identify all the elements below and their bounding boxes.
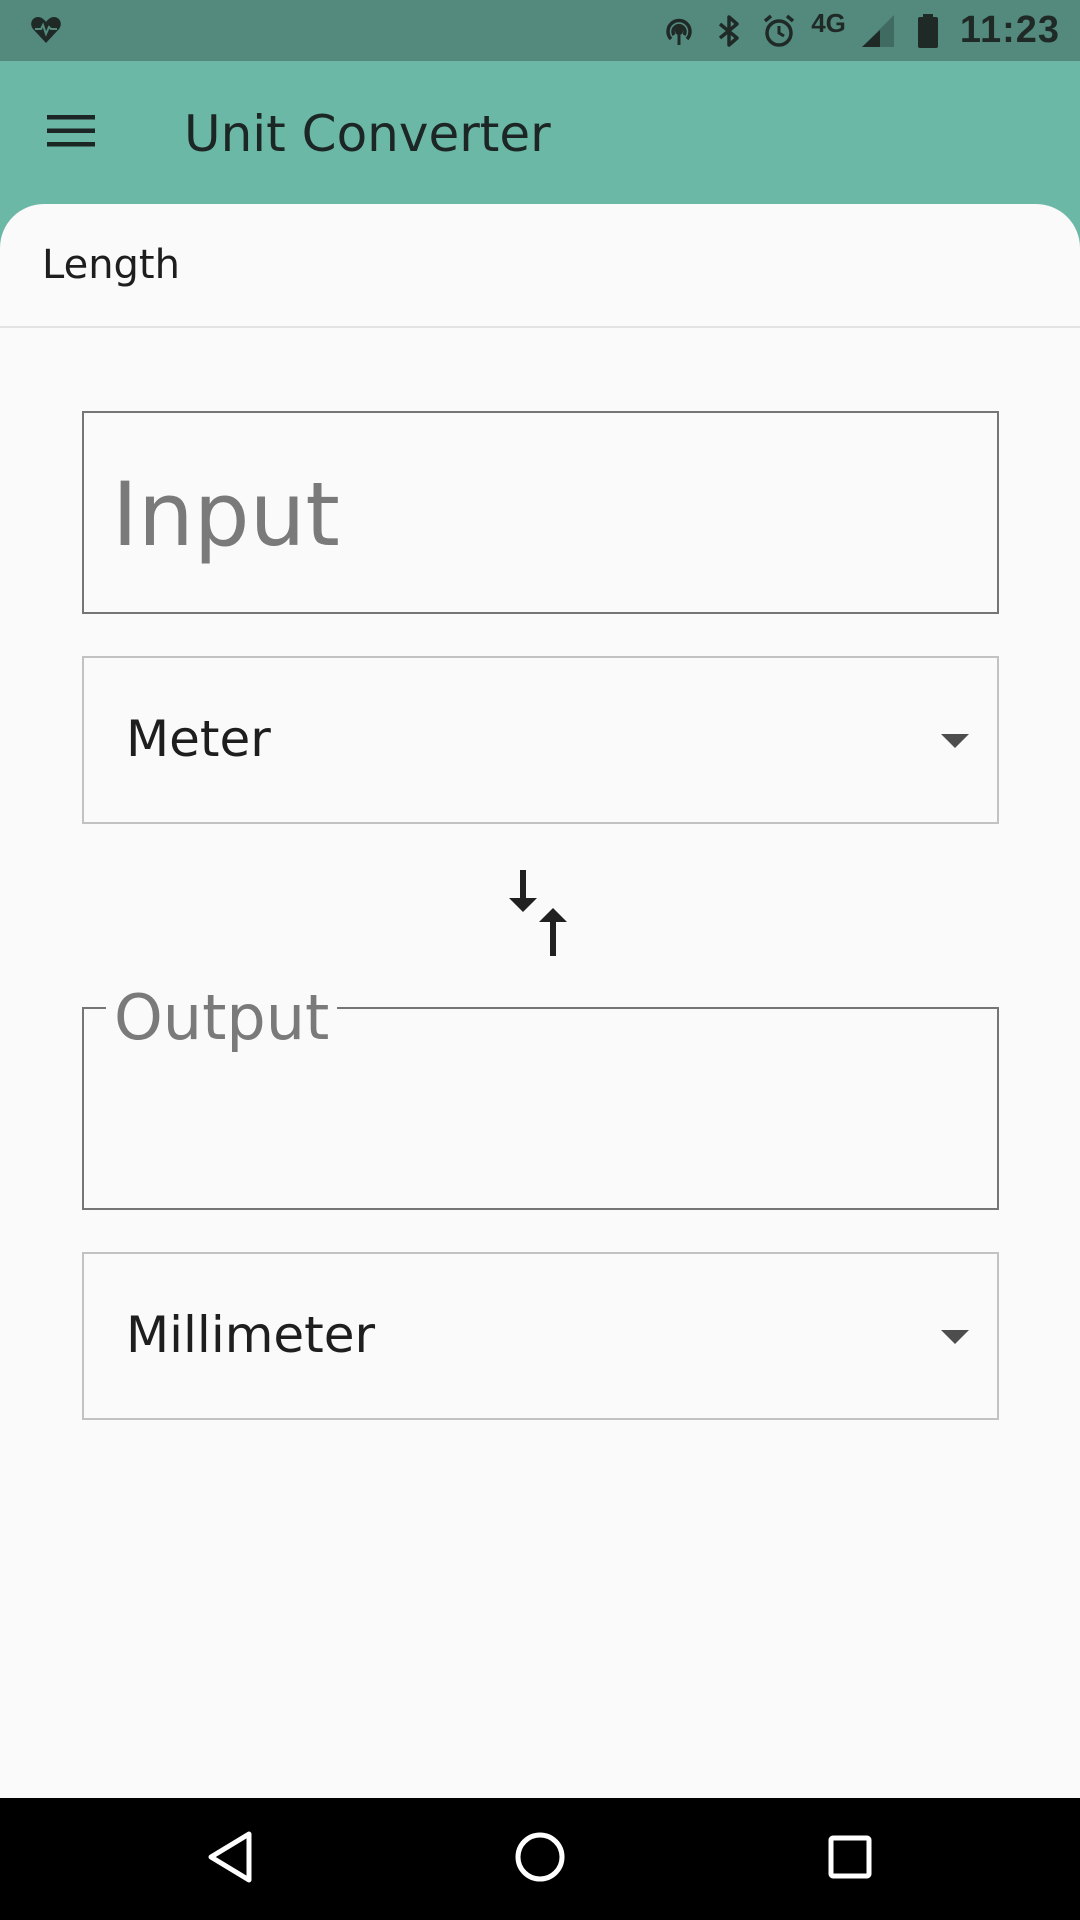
- clock: 11:23: [959, 9, 1060, 51]
- content-sheet: Length Meter Output Millimeter: [0, 204, 1080, 1798]
- output-field[interactable]: Output: [82, 987, 999, 1210]
- from-unit-dropdown[interactable]: Meter: [82, 656, 999, 824]
- page-title: Unit Converter: [184, 105, 551, 163]
- app-bar: Unit Converter: [0, 61, 1080, 205]
- back-button[interactable]: [200, 1829, 260, 1889]
- category-label: Length: [42, 242, 180, 288]
- navigation-bar: [0, 1798, 1080, 1920]
- recents-button[interactable]: [820, 1829, 880, 1889]
- recent-square-icon: [827, 1834, 873, 1885]
- hotspot-icon: [661, 13, 697, 49]
- back-triangle-icon: [205, 1830, 255, 1889]
- category-header: Length: [0, 204, 1080, 328]
- screen: 4G 11:23 Unit Converter Length Input Met…: [0, 0, 1080, 1920]
- alarm-icon: [761, 13, 797, 49]
- menu-button[interactable]: [36, 105, 106, 161]
- input-field[interactable]: [82, 411, 999, 614]
- from-unit-value: Meter: [126, 710, 271, 768]
- dropdown-arrow-icon: [941, 734, 969, 748]
- swap-vertical-icon: [509, 869, 571, 961]
- status-icons: 4G 11:23: [661, 0, 1060, 61]
- health-heart-icon: [30, 14, 62, 46]
- dropdown-arrow-icon: [941, 1330, 969, 1344]
- home-button[interactable]: [510, 1829, 570, 1889]
- input-text[interactable]: [84, 413, 997, 612]
- to-unit-dropdown[interactable]: Millimeter: [82, 1252, 999, 1420]
- output-label: Output: [106, 987, 338, 1049]
- hamburger-menu-icon: [47, 113, 95, 154]
- signal-icon: [860, 13, 896, 49]
- battery-icon: [910, 13, 946, 49]
- to-unit-value: Millimeter: [126, 1306, 376, 1364]
- network-type: 4G: [811, 8, 846, 38]
- bluetooth-icon: [711, 13, 747, 49]
- status-bar: 4G 11:23: [0, 0, 1080, 61]
- swap-units-button[interactable]: [505, 869, 575, 961]
- home-circle-icon: [513, 1830, 567, 1889]
